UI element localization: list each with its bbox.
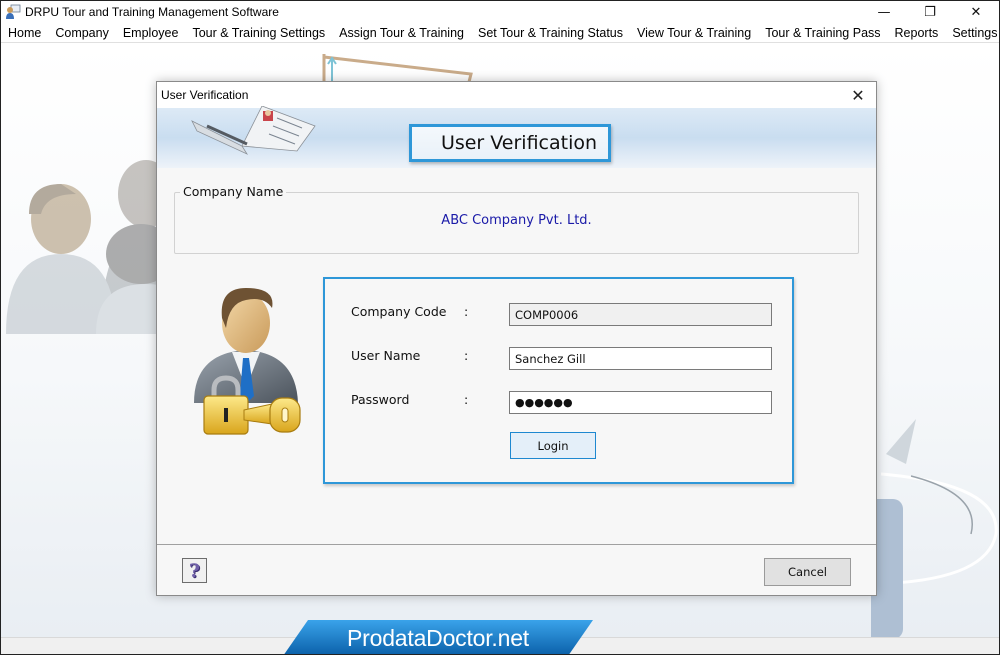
company-code-value: COMP0006: [515, 307, 579, 322]
menu-tour-training-settings[interactable]: Tour & Training Settings: [185, 26, 332, 40]
book-pen-icon: [191, 106, 316, 155]
company-name-value: ABC Company Pvt. Ltd.: [441, 213, 592, 228]
minimize-button[interactable]: —: [861, 1, 907, 23]
close-icon: ✕: [970, 4, 982, 20]
user-name-label: User Name: [351, 348, 421, 363]
menu-home[interactable]: Home: [1, 26, 48, 40]
company-name-legend: Company Name: [180, 184, 287, 199]
login-button[interactable]: Login: [510, 432, 596, 459]
menu-settings[interactable]: Settings: [945, 26, 999, 40]
app-titlebar: DRPU Tour and Training Management Softwa…: [1, 1, 999, 23]
menu-assign-tour-training[interactable]: Assign Tour & Training: [332, 26, 471, 40]
brand-banner: ProdataDoctor.net: [283, 620, 593, 654]
brand-watermark-text: ProdataDoctor.net: [347, 624, 529, 651]
minimize-icon: —: [877, 4, 891, 20]
dialog-separator: [157, 544, 876, 545]
cancel-button[interactable]: Cancel: [764, 558, 851, 586]
restore-icon: ❐: [924, 4, 936, 20]
password-label: Password: [351, 392, 410, 407]
restore-button[interactable]: ❐: [907, 1, 953, 23]
people-illustration: [6, 160, 171, 334]
menu-view-tour-training[interactable]: View Tour & Training: [630, 26, 758, 40]
header-title: User Verification: [440, 132, 598, 154]
dialog-close-button[interactable]: ✕: [848, 85, 868, 105]
user-name-input[interactable]: Sanchez Gill: [509, 347, 772, 370]
user-lock-key-icon: [194, 288, 301, 435]
menu-reports[interactable]: Reports: [888, 26, 946, 40]
company-code-colon: :: [464, 304, 469, 319]
app-title: DRPU Tour and Training Management Softwa…: [25, 5, 279, 19]
user-name-value: Sanchez Gill: [515, 351, 586, 366]
travel-illustration: [871, 419, 998, 639]
company-code-input[interactable]: COMP0006: [509, 303, 772, 326]
header-title-box: User Verification: [409, 124, 611, 162]
company-code-label: Company Code: [351, 304, 447, 319]
menu-tour-training-pass[interactable]: Tour & Training Pass: [758, 26, 887, 40]
menu-company[interactable]: Company: [48, 26, 116, 40]
menu-employee[interactable]: Employee: [116, 26, 186, 40]
company-name-group: Company Name ABC Company Pvt. Ltd.: [174, 184, 859, 254]
dialog-titlebar: User Verification ✕: [157, 82, 876, 108]
window-controls: — ❐ ✕: [861, 1, 999, 23]
user-verification-dialog: User Verification ✕ User Verification Co…: [156, 81, 877, 596]
app-window: DRPU Tour and Training Management Softwa…: [0, 0, 1000, 655]
dialog-title: User Verification: [161, 88, 249, 102]
menu-set-tour-training-status[interactable]: Set Tour & Training Status: [471, 26, 630, 40]
user-name-colon: :: [464, 348, 469, 363]
app-logo-icon: [5, 4, 21, 20]
close-window-button[interactable]: ✕: [953, 1, 999, 23]
help-icon: ?: [188, 559, 201, 582]
password-masked-value: ●●●●●●: [515, 396, 573, 409]
menu-bar: Home Company Employee Tour & Training Se…: [1, 23, 999, 43]
dialog-header-banner: User Verification: [157, 106, 876, 168]
login-form-panel: Company Code : COMP0006 User Name : Sanc…: [323, 277, 794, 484]
password-input[interactable]: ●●●●●●: [509, 391, 772, 414]
help-button[interactable]: ?: [182, 558, 207, 583]
password-colon: :: [464, 392, 469, 407]
